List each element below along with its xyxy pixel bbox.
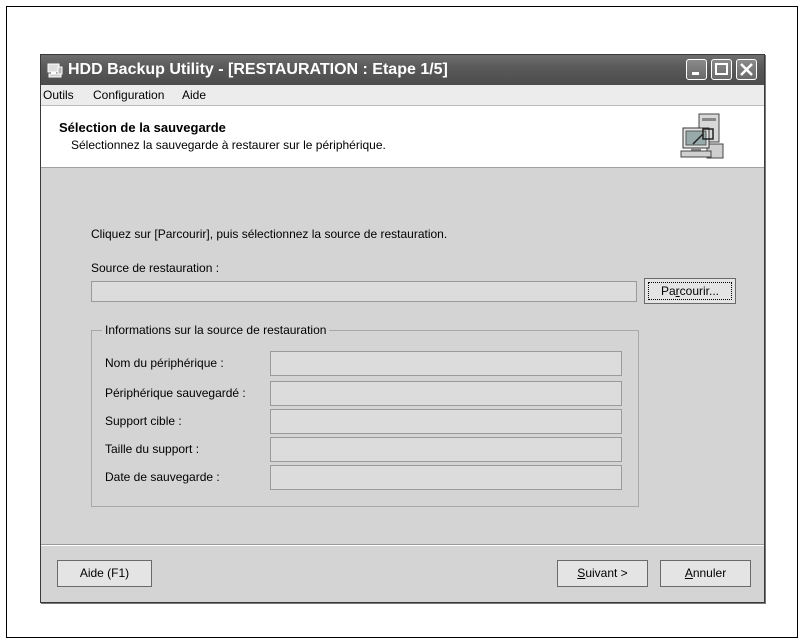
target-media-label: Support cible : <box>105 414 182 428</box>
next-button[interactable]: Suivant > <box>557 560 648 587</box>
menu-outils[interactable]: Outils <box>43 88 74 102</box>
browse-label-end: courir... <box>679 284 720 298</box>
backup-date-field <box>270 465 622 490</box>
maximize-icon <box>715 63 728 75</box>
media-size-field <box>270 437 622 462</box>
cancel-button[interactable]: Annuler <box>660 560 751 587</box>
minimize-icon <box>692 72 699 75</box>
menu-configuration[interactable]: Configuration <box>93 88 164 102</box>
device-name-field <box>270 351 622 376</box>
saved-device-label: Périphérique sauvegardé : <box>105 386 246 400</box>
restore-computer-icon <box>680 113 724 159</box>
source-field <box>91 281 637 302</box>
minimize-button[interactable] <box>686 59 707 80</box>
backup-date-label: Date de sauvegarde : <box>105 470 220 484</box>
page-title: Sélection de la sauvegarde <box>59 120 226 135</box>
footer-separator <box>41 544 764 546</box>
browse-focus-rect: Parcourir... <box>648 282 732 300</box>
target-media-field <box>270 409 622 434</box>
page-subtitle: Sélectionnez la sauvegarde à restaurer s… <box>71 138 386 152</box>
title-bar[interactable]: HDD Backup Utility - [RESTAURATION : Eta… <box>41 55 764 85</box>
saved-device-field <box>270 381 622 406</box>
close-icon <box>740 63 753 76</box>
window-title: HDD Backup Utility - [RESTAURATION : Eta… <box>68 61 448 78</box>
cancel-label: nnuler <box>692 566 727 580</box>
maximize-button[interactable] <box>711 59 732 80</box>
cancel-mnemonic: A <box>684 566 693 580</box>
menu-aide[interactable]: Aide <box>182 88 206 102</box>
help-button[interactable]: Aide (F1) <box>57 560 152 587</box>
next-label: uivant > <box>585 566 628 580</box>
browse-label-start: Pa <box>660 284 676 298</box>
source-info-legend: Informations sur la source de restaurati… <box>105 323 327 337</box>
app-window: HDD Backup Utility - [RESTAURATION : Eta… <box>40 54 765 603</box>
device-name-label: Nom du périphérique : <box>105 356 224 370</box>
media-size-label: Taille du support : <box>105 442 200 456</box>
browse-button[interactable]: Parcourir... <box>644 278 736 304</box>
instruction-text: Cliquez sur [Parcourir], puis sélectionn… <box>91 227 448 241</box>
app-icon <box>47 63 63 78</box>
menu-bar: Outils Configuration Aide <box>41 85 764 106</box>
close-button[interactable] <box>736 59 757 80</box>
wizard-header: Sélection de la sauvegarde Sélectionnez … <box>41 106 764 168</box>
source-label: Source de restauration : <box>91 261 220 275</box>
